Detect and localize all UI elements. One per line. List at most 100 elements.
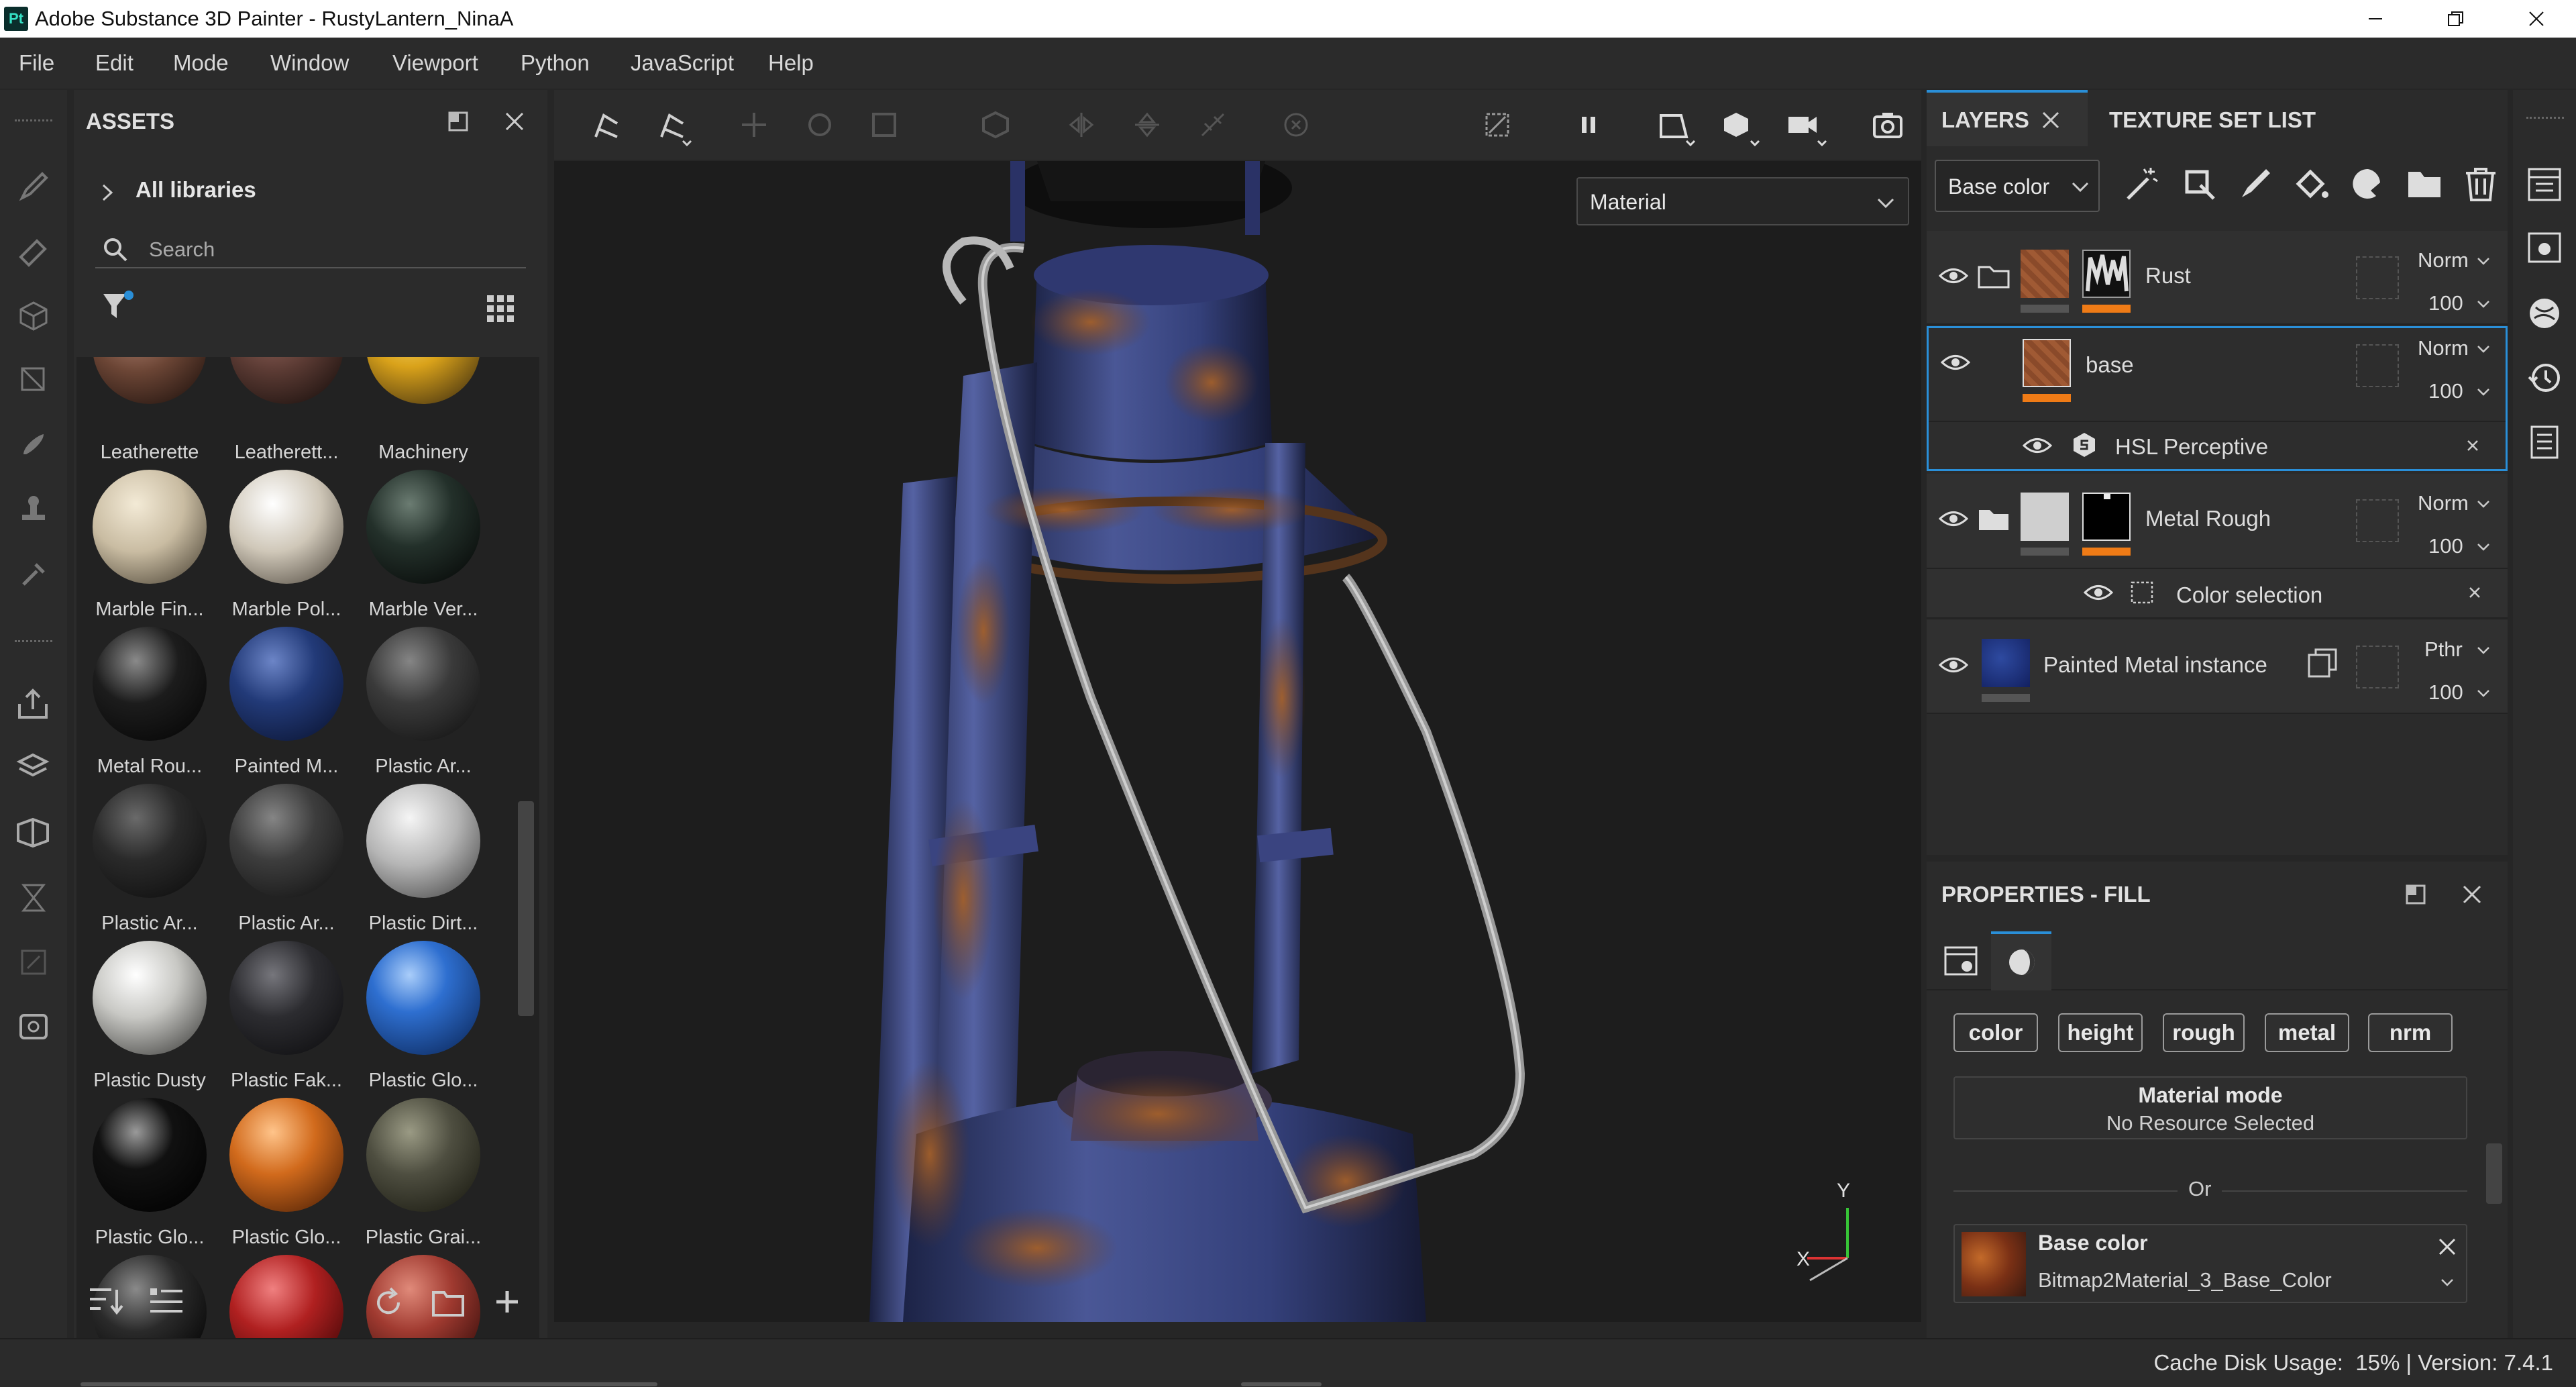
move-button[interactable] [739,110,769,140]
channel-dropdown[interactable]: Base color [1935,160,2100,212]
solo-view-button[interactable] [1483,110,1512,140]
material-thumbnail[interactable] [93,941,207,1055]
channel-height-button[interactable]: height [2058,1013,2143,1052]
history-tool[interactable] [15,879,52,917]
chevron-down-icon[interactable] [2439,1276,2455,1288]
layer-row-rust[interactable]: Rust Norm 100 [1927,231,2508,325]
mirror-y-button[interactable] [1132,110,1162,140]
tab-texture-set-list[interactable]: TEXTURE SET LIST [2101,90,2383,146]
layer-row-painted-metal[interactable]: Painted Metal instance Pthr 100 [1927,620,2508,714]
add-paint-layer-button[interactable] [2237,165,2274,203]
blend-mode[interactable]: Pthr [2424,637,2463,662]
3d-viewport[interactable]: Y X Material [554,161,1921,1322]
material-thumbnail[interactable] [229,470,343,584]
log-button[interactable] [2526,424,2563,460]
scale-button[interactable] [869,110,899,140]
transform-mode-button[interactable] [656,110,694,148]
object-mode-button[interactable] [981,110,1010,140]
material-thumbnail[interactable] [366,941,480,1055]
close-properties-button[interactable] [2461,883,2483,906]
viewport-scrollbar[interactable] [1241,1382,1322,1386]
menu-javascript[interactable]: JavaScript [631,38,734,89]
layer-row-base[interactable]: base Norm 100 HSL Perceptive [1927,326,2508,471]
reset-button[interactable] [1281,110,1311,140]
eye-icon[interactable] [1939,655,1968,675]
layer-opacity[interactable]: 100 [2428,291,2463,315]
eraser-tool[interactable] [15,232,52,270]
menu-edit[interactable]: Edit [95,38,133,89]
material-thumbnail[interactable] [229,784,343,898]
chevron-down-icon[interactable] [2475,541,2491,553]
channel-rough-button[interactable]: rough [2163,1013,2245,1052]
material-thumbnail[interactable] [366,470,480,584]
layer-opacity[interactable]: 100 [2428,379,2463,403]
new-folder-button[interactable] [431,1286,466,1319]
pause-button[interactable] [1574,110,1603,140]
minimize-button[interactable] [2339,0,2412,38]
tab-layers[interactable]: LAYERS [1927,90,2088,146]
material-thumbnail[interactable] [229,1098,343,1212]
chevron-down-icon[interactable] [2475,255,2491,267]
close-assets-button[interactable] [503,110,526,133]
layer-name[interactable]: Painted Metal instance [2043,652,2267,678]
add-asset-button[interactable] [492,1287,522,1317]
blend-mode[interactable]: Norm [2418,336,2469,360]
layer-opacity[interactable]: 100 [2428,680,2463,705]
effect-row-color-selection[interactable]: Color selection [1927,568,2508,617]
add-smart-material-button[interactable] [2349,165,2387,203]
material-thumbnail[interactable] [366,627,480,741]
eye-icon[interactable] [1939,509,1968,529]
material-thumbnail[interactable] [229,627,343,741]
menu-help[interactable]: Help [768,38,814,89]
tab-parameters[interactable] [1935,935,1987,988]
properties-scrollbar[interactable] [2486,1143,2502,1204]
menu-viewport[interactable]: Viewport [392,38,478,89]
layer-row-metal-rough[interactable]: Metal Rough Norm 100 Color selection [1927,474,2508,619]
projection-tool[interactable] [15,297,52,334]
screenshot-button[interactable] [1872,110,1904,140]
restore-button[interactable] [2419,0,2493,38]
menu-file[interactable]: File [19,38,54,89]
material-thumbnail[interactable] [366,1098,480,1212]
material-thumbnail[interactable] [366,784,480,898]
chevron-down-icon[interactable] [2475,498,2491,510]
texture-set-settings-button[interactable] [2526,166,2563,203]
material-thumbnail[interactable] [229,357,343,404]
material-mode-slot[interactable]: Material mode No Resource Selected [1953,1076,2467,1139]
snap-button[interactable] [1198,110,1228,140]
layer-name[interactable]: Metal Rough [2145,506,2271,531]
channel-nrm-button[interactable]: nrm [2368,1013,2453,1052]
close-icon[interactable] [2039,109,2062,132]
add-folder-button[interactable] [2406,165,2443,203]
close-window-button[interactable] [2500,0,2573,38]
channel-color-button[interactable]: color [1953,1013,2038,1052]
mirror-x-button[interactable] [1067,110,1096,140]
camera-button[interactable] [1786,110,1829,148]
material-thumbnail[interactable] [93,627,207,741]
menu-python[interactable]: Python [521,38,590,89]
geometry-mask-tool[interactable] [15,361,52,399]
float-panel-button[interactable] [2404,883,2427,906]
material-thumbnail[interactable] [229,941,343,1055]
clone-tool[interactable] [15,490,52,527]
smudge-tool[interactable] [15,425,52,463]
iray-button[interactable] [15,1008,52,1045]
picker-tool[interactable] [15,554,52,592]
remove-effect-icon[interactable] [2467,585,2482,600]
chevron-down-icon[interactable] [2475,298,2491,310]
base-color-slot[interactable]: Base color Bitmap2Material_3_Base_Color [1953,1224,2467,1303]
blend-mode[interactable]: Norm [2418,248,2469,272]
add-effect-button[interactable] [2124,165,2161,203]
view-2d-button[interactable] [1657,110,1697,148]
horizontal-scrollbar[interactable] [80,1382,657,1386]
eye-icon[interactable] [2084,582,2113,603]
sort-button[interactable] [87,1284,125,1318]
add-mask-button[interactable] [2180,165,2218,203]
chevron-down-icon[interactable] [2475,644,2491,656]
channel-metal-button[interactable]: metal [2265,1013,2349,1052]
library-button[interactable] [15,815,52,852]
material-thumbnail[interactable] [93,784,207,898]
effect-name[interactable]: Color selection [2176,582,2322,608]
library-breadcrumb[interactable]: All libraries [136,177,256,203]
display-settings-button[interactable] [2526,231,2563,267]
